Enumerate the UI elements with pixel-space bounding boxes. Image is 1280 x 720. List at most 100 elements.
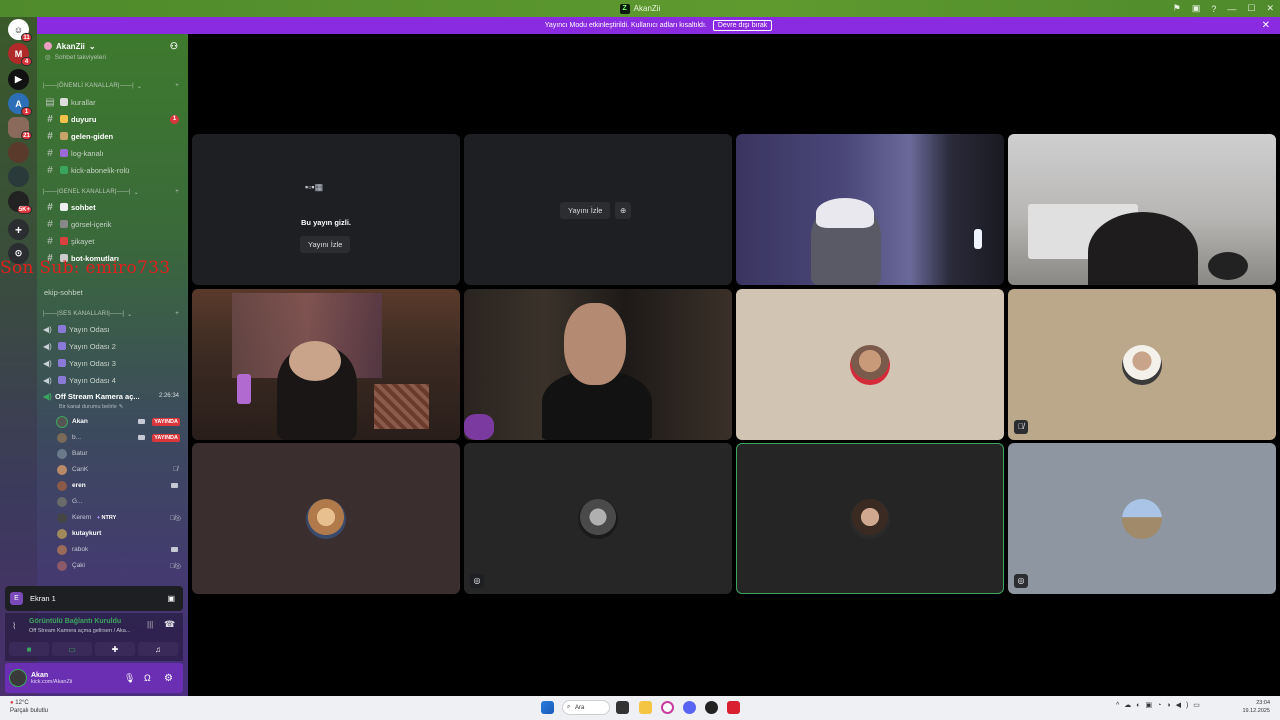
video-tile-1[interactable] bbox=[736, 134, 1004, 285]
opera-icon[interactable] bbox=[661, 701, 674, 714]
voice-member[interactable]: G... bbox=[57, 494, 183, 509]
streamer-mode-banner: Yayıncı Modu etkinleştirildi. Kullanıcı … bbox=[37, 17, 1280, 34]
category-general[interactable]: |——|GENEL KANALLAR|——| ⌄ + bbox=[37, 186, 188, 198]
user-avatar[interactable] bbox=[10, 670, 26, 686]
direct-messages-icon[interactable]: ☺ 11 bbox=[8, 19, 32, 42]
voice-channel-3[interactable]: ◀) Yayın Odası 3 bbox=[37, 355, 188, 371]
tag-icon: ♦ bbox=[97, 514, 100, 521]
channel-sohbet[interactable]: # sohbet bbox=[37, 199, 188, 215]
server-icon-m[interactable]: M4 bbox=[8, 43, 32, 66]
voice-member[interactable]: kutaykurt bbox=[57, 526, 183, 541]
server-icon-akanzii[interactable]: 21 bbox=[8, 117, 32, 140]
video-tile-3[interactable] bbox=[192, 289, 460, 440]
avatar-tile-4[interactable]: ◎ bbox=[464, 443, 732, 594]
steam-icon[interactable] bbox=[705, 701, 718, 714]
channel-kick-abonelik[interactable]: # kick-abonelik-rolü bbox=[37, 162, 188, 178]
avatar bbox=[57, 464, 67, 475]
channel-sikayet[interactable]: # şikayet bbox=[37, 233, 188, 249]
channel-gorsel-icerik[interactable]: # görsel-içerik bbox=[37, 216, 188, 232]
server-icon-7[interactable]: 5K+ bbox=[8, 191, 32, 214]
popout-icon[interactable]: ⊕ bbox=[615, 202, 632, 219]
voice-status[interactable]: Görüntülü Bağlantı Kuruldu bbox=[29, 618, 121, 625]
voice-member[interactable]: b... YAYINDA bbox=[57, 430, 183, 445]
voice-member[interactable]: Kerem ♦ NTRY 🎙̸◎ bbox=[57, 510, 183, 525]
voice-member[interactable]: eren bbox=[57, 478, 183, 493]
avatar-tile-5[interactable]: ◎ bbox=[1008, 443, 1276, 594]
voice-member[interactable]: Çaki 🎙̸◎ bbox=[57, 558, 183, 573]
noise-suppression-icon[interactable]: ||| bbox=[147, 620, 153, 629]
server-icon-a[interactable]: A1 bbox=[8, 93, 32, 116]
activities-button[interactable]: ✚ bbox=[95, 642, 135, 656]
add-channel-icon[interactable]: + bbox=[175, 189, 179, 195]
discord-icon[interactable] bbox=[683, 701, 696, 714]
disable-streamer-mode-button[interactable]: Devre dışı bırak bbox=[712, 20, 773, 31]
voice-channel-active[interactable]: ◀) Off Stream Kamera aç... 2:26:34 bbox=[37, 389, 188, 403]
opera-gx-icon[interactable] bbox=[727, 701, 740, 714]
inbox-icon[interactable]: ▣ bbox=[1192, 3, 1201, 14]
invite-icon[interactable]: ⚇ bbox=[170, 41, 178, 52]
channel-gelen-giden[interactable]: # gelen-giden bbox=[37, 128, 188, 144]
channel-duyuru[interactable]: # duyuru 1 bbox=[37, 111, 188, 127]
voice-member[interactable]: CanK 🎙̸ bbox=[57, 462, 183, 477]
avatar bbox=[57, 528, 67, 539]
server-icon-kick[interactable]: ▶ bbox=[8, 69, 29, 90]
channel-status[interactable]: Bir kanal durumu belirle ✎ bbox=[37, 402, 188, 412]
member-name: G... bbox=[72, 498, 83, 505]
camera-icon bbox=[171, 547, 178, 552]
avatar-tile-2[interactable]: 🎙̸ bbox=[1008, 289, 1276, 440]
user-name[interactable]: Akan bbox=[31, 672, 72, 679]
add-channel-icon[interactable]: + bbox=[175, 83, 179, 89]
system-tray[interactable]: ^☁◐▣◔◑◀)▭ bbox=[1116, 701, 1205, 709]
watch-stream-button[interactable]: Yayını İzle bbox=[560, 202, 611, 219]
screen-share-button[interactable]: ▭ bbox=[52, 642, 92, 656]
channel-kurallar[interactable]: ▤ kurallar bbox=[37, 94, 188, 110]
close-button[interactable]: ✕ bbox=[1266, 3, 1274, 14]
maximize-button[interactable]: ☐ bbox=[1247, 3, 1255, 14]
stream-tile-hidden[interactable]: ▪▫▪▦ Bu yayın gizli. Yayını İzle bbox=[192, 134, 460, 285]
disconnect-icon[interactable]: ☎ bbox=[164, 619, 175, 630]
voice-channel-path[interactable]: Off Stream Kamera açma gelirsen / Aka... bbox=[29, 628, 130, 634]
server-icon-5[interactable] bbox=[8, 142, 29, 163]
video-tile-4[interactable] bbox=[464, 289, 732, 440]
watch-stream-button[interactable]: Yayını İzle bbox=[300, 236, 351, 253]
voice-member[interactable]: Batur bbox=[57, 446, 183, 461]
avatar-tile-1[interactable] bbox=[736, 289, 1004, 440]
stream-tile-preview[interactable]: Yayını İzle ⊕ bbox=[464, 134, 732, 285]
headphones-icon[interactable]: Ω bbox=[144, 673, 151, 683]
add-channel-icon[interactable]: + bbox=[175, 311, 179, 317]
file-explorer-icon[interactable] bbox=[639, 701, 652, 714]
add-server-icon[interactable]: + bbox=[8, 219, 29, 240]
help-icon[interactable]: ? bbox=[1211, 4, 1216, 14]
voice-member[interactable]: Akan YAYINDA bbox=[57, 414, 183, 429]
category-voice[interactable]: |——|SES KANALLARI|——| ⌄ + bbox=[37, 308, 188, 320]
member-name: Kerem bbox=[72, 514, 92, 521]
start-icon[interactable] bbox=[541, 701, 554, 714]
weather-widget[interactable]: ● 12°C Parçalı bulutlu bbox=[10, 699, 48, 715]
avatar-tile-3[interactable] bbox=[192, 443, 460, 594]
category-important[interactable]: |——|ÖNEMLİ KANALLAR|——| ⌄ + bbox=[37, 80, 188, 92]
video-tile-2[interactable] bbox=[1008, 134, 1276, 285]
emoji-icon bbox=[60, 220, 68, 228]
soundboard-button[interactable]: ♫ bbox=[138, 642, 178, 656]
channel-partial[interactable]: ◎ Sohbet takviyeleri bbox=[37, 52, 188, 62]
user-status[interactable]: kick.com/AkanZii bbox=[31, 679, 72, 685]
screen-settings-icon[interactable]: ▣ bbox=[167, 594, 175, 603]
taskbar-search[interactable]: ⌕ Ara bbox=[562, 700, 610, 715]
server-icon-6[interactable] bbox=[8, 166, 29, 187]
emoji-icon bbox=[58, 342, 66, 350]
channel-ekip-sohbet[interactable]: ekip-sohbet bbox=[37, 284, 188, 300]
voice-channel-1[interactable]: ◀) Yayın Odası bbox=[37, 321, 188, 337]
minimize-button[interactable]: — bbox=[1227, 4, 1236, 14]
clock[interactable]: 23:04 19.12.2025 bbox=[1238, 699, 1270, 715]
avatar-tile-speaking[interactable] bbox=[736, 443, 1004, 594]
settings-gear-icon[interactable]: ⚙ bbox=[164, 673, 173, 684]
voice-member[interactable]: rabok bbox=[57, 542, 183, 557]
voice-channel-2[interactable]: ◀) Yayın Odası 2 bbox=[37, 338, 188, 354]
banner-close-icon[interactable]: ✕ bbox=[1262, 20, 1270, 31]
pin-icon[interactable]: ⚑ bbox=[1173, 3, 1181, 14]
voice-channel-4[interactable]: ◀) Yayın Odası 4 bbox=[37, 372, 188, 388]
task-view-icon[interactable] bbox=[616, 701, 629, 714]
microphone-icon[interactable]: 🎙 bbox=[124, 673, 135, 684]
channel-log-kanali[interactable]: # log-kanalı bbox=[37, 145, 188, 161]
camera-button[interactable]: ■ bbox=[9, 642, 49, 656]
